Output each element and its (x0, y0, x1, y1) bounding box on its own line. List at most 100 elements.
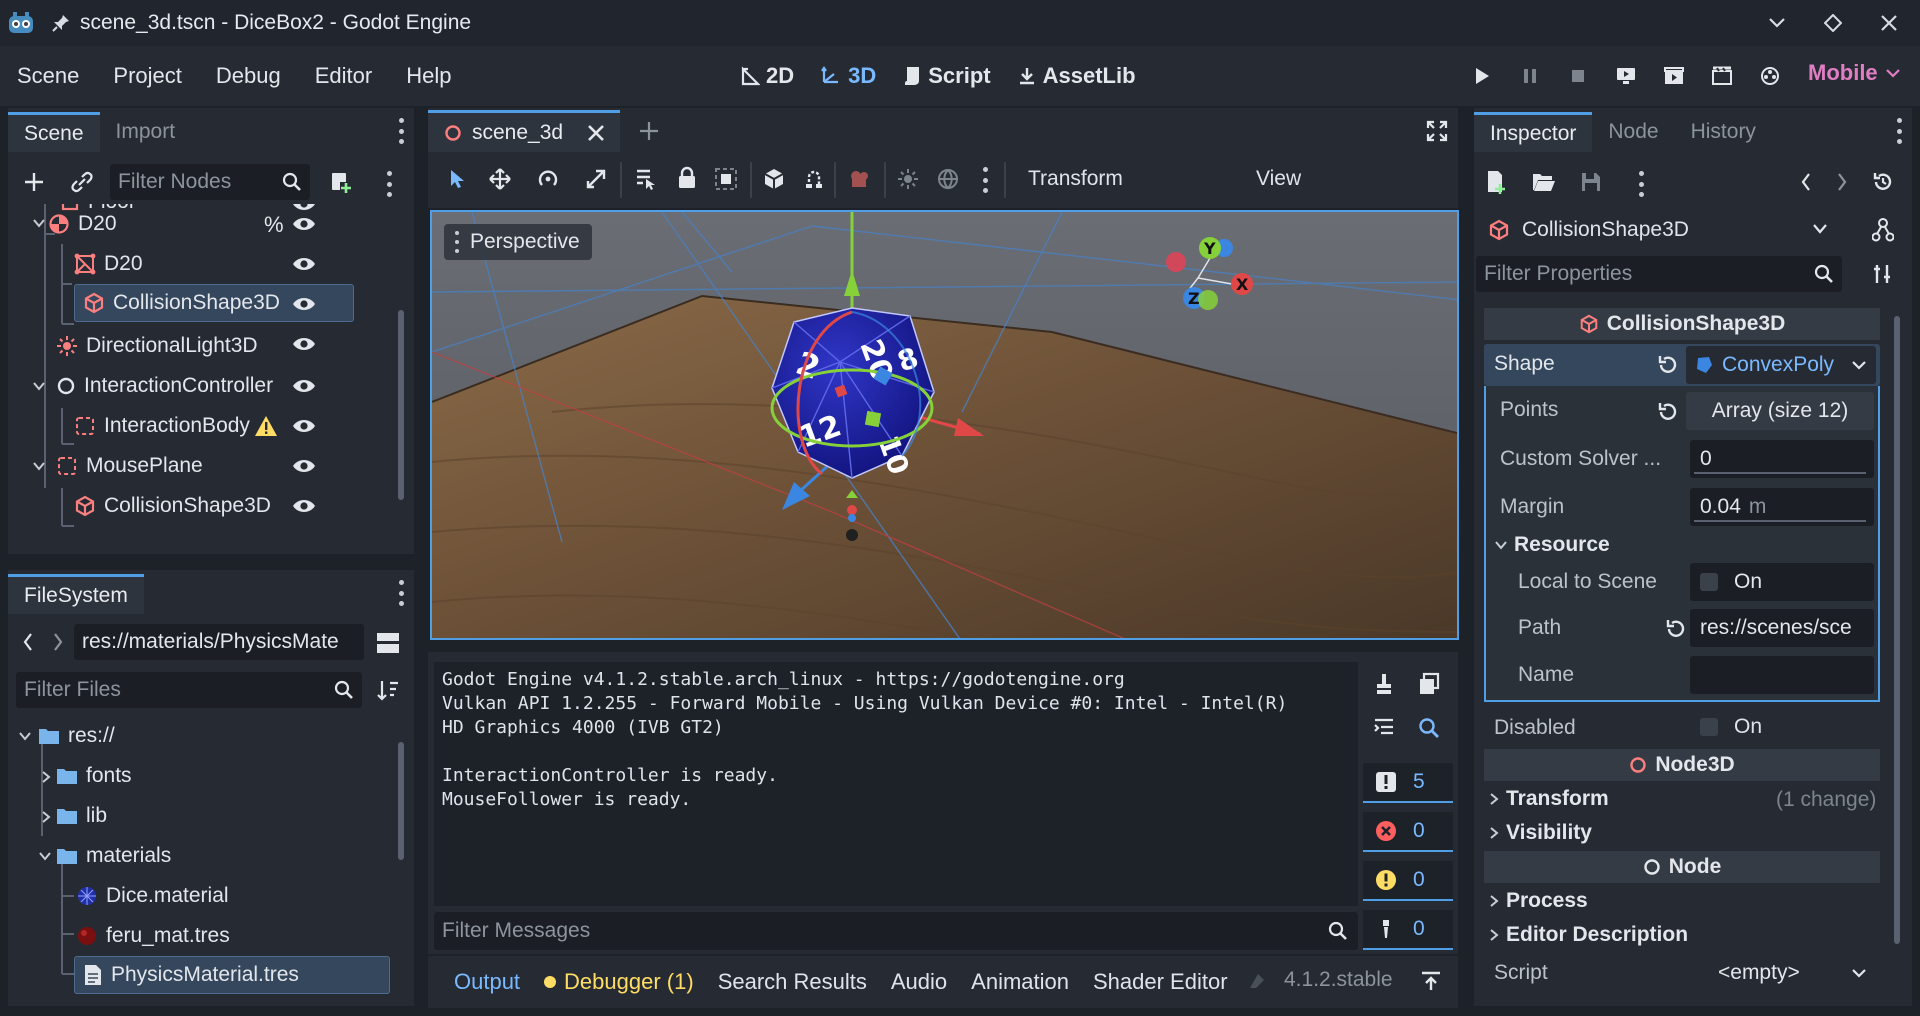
3d-viewport[interactable]: 20 2 8 12 10 Y X Z Perspective (430, 210, 1459, 640)
error-count-button[interactable]: 0 (1363, 812, 1453, 852)
tab-search-results[interactable]: Search Results (706, 969, 879, 995)
camera-preview-icon[interactable] (848, 168, 872, 190)
tree-item-collision-shape-2[interactable]: CollisionShape3D (74, 486, 271, 526)
file-item-physics-material[interactable]: PhysicsMaterial.tres (74, 956, 390, 994)
collapse-arrow-icon[interactable] (32, 217, 46, 229)
transform-group[interactable]: Transform (1488, 782, 1609, 816)
update-spinner-icon[interactable] (1246, 970, 1268, 992)
filter-nodes-input[interactable]: Filter Nodes (110, 164, 310, 200)
filter-messages-input[interactable]: Filter Messages (434, 912, 1358, 950)
file-item-dice-material[interactable]: Dice.material (76, 876, 229, 916)
pause-icon[interactable] (1511, 56, 1549, 96)
visibility-eye-icon[interactable] (292, 216, 316, 232)
resource-menu-icon[interactable] (1634, 171, 1648, 197)
visibility-eye-icon[interactable] (292, 256, 316, 272)
clear-output-icon[interactable] (1373, 672, 1395, 696)
file-item-lib[interactable]: lib (56, 796, 107, 836)
tab-audio[interactable]: Audio (879, 969, 959, 995)
stop-icon[interactable] (1559, 56, 1597, 96)
visibility-eye-icon[interactable] (292, 498, 316, 514)
back-icon[interactable] (22, 632, 34, 652)
menu-project[interactable]: Project (96, 63, 198, 89)
filesystem-path-input[interactable]: res://materials/PhysicsMate (74, 624, 364, 660)
tab-inspector[interactable]: Inspector (1474, 112, 1593, 152)
dock-menu-icon[interactable] (1892, 118, 1906, 144)
disabled-checkbox[interactable]: On (1690, 708, 1874, 746)
visibility-eye-icon[interactable] (292, 458, 316, 474)
menu-debug[interactable]: Debug (199, 63, 298, 89)
link-icon[interactable] (70, 171, 94, 193)
preview-menu-icon[interactable] (978, 167, 992, 193)
copy-output-icon[interactable] (1418, 672, 1440, 696)
remote-debug-icon[interactable] (1607, 56, 1645, 96)
run-custom-scene-icon[interactable] (1703, 56, 1741, 96)
minimize-icon[interactable] (1762, 8, 1792, 38)
history-back-icon[interactable] (1800, 172, 1812, 192)
name-field[interactable] (1690, 656, 1874, 694)
script-picker[interactable]: <empty> (1690, 954, 1874, 992)
tab-filesystem[interactable]: FileSystem (8, 574, 144, 614)
inspector-scrollbar[interactable] (1894, 316, 1900, 944)
object-history-icon[interactable] (1872, 171, 1894, 193)
new-resource-icon[interactable] (1486, 170, 1508, 194)
play-icon[interactable] (1463, 56, 1501, 96)
revert-icon[interactable] (1656, 401, 1678, 423)
tab-history[interactable]: History (1675, 112, 1772, 152)
search-icon[interactable] (1418, 717, 1440, 739)
tree-scrollbar[interactable] (398, 310, 404, 500)
path-field[interactable]: res://scenes/sce (1690, 609, 1874, 647)
tree-item-d20[interactable]: D20 (48, 204, 117, 244)
collapse-arrow-icon[interactable] (38, 850, 52, 862)
mode-2d-button[interactable]: 2D (740, 63, 794, 89)
tree-item-mouse-plane[interactable]: MousePlane (56, 446, 203, 486)
dock-menu-icon[interactable] (394, 580, 408, 606)
split-view-icon[interactable] (376, 632, 400, 654)
menu-editor[interactable]: Editor (298, 63, 389, 89)
points-array-button[interactable]: Array (size 12) (1686, 392, 1874, 430)
visibility-eye-icon[interactable] (292, 296, 316, 312)
add-tab-icon[interactable] (638, 120, 660, 142)
movie-maker-icon[interactable] (1751, 56, 1789, 96)
tab-debugger[interactable]: Debugger (1) (532, 969, 706, 995)
revert-icon[interactable] (1656, 354, 1678, 376)
collapse-duplicates-icon[interactable] (1373, 717, 1395, 739)
warning-icon[interactable] (254, 415, 278, 437)
shape-resource-picker[interactable]: ConvexPoly (1686, 346, 1876, 384)
visibility-group[interactable]: Visibility (1488, 816, 1592, 850)
visibility-eye-icon[interactable] (292, 418, 316, 434)
expand-panel-icon[interactable] (1420, 970, 1442, 992)
instance-scene-icon[interactable] (328, 170, 352, 194)
menu-scene[interactable]: Scene (0, 63, 96, 89)
visibility-eye-icon[interactable] (292, 336, 316, 352)
maximize-icon[interactable] (1818, 8, 1848, 38)
filter-properties-input[interactable]: Filter Properties (1476, 256, 1842, 292)
sort-icon[interactable] (376, 679, 400, 701)
collapse-arrow-icon[interactable] (32, 380, 46, 392)
tab-node[interactable]: Node (1592, 112, 1674, 152)
scale-tool-icon[interactable] (584, 167, 608, 191)
pin-icon[interactable] (52, 14, 70, 32)
transform-menu[interactable]: Transform (1028, 167, 1123, 191)
file-item-res[interactable]: res:// (38, 716, 115, 756)
lock-icon[interactable] (676, 166, 698, 190)
tab-scene[interactable]: Scene (8, 112, 100, 152)
unique-name-badge[interactable]: % (264, 212, 284, 238)
dock-menu-icon[interactable] (394, 118, 408, 144)
run-current-scene-icon[interactable] (1655, 56, 1693, 96)
filter-files-input[interactable]: Filter Files (16, 672, 362, 708)
tree-item-interaction-controller[interactable]: InteractionController (56, 366, 273, 406)
tree-item-directional-light[interactable]: DirectionalLight3D (56, 326, 258, 366)
view-menu[interactable]: View (1256, 167, 1301, 191)
list-select-icon[interactable] (634, 167, 658, 191)
local-space-icon[interactable] (762, 167, 786, 191)
revert-icon[interactable] (1664, 618, 1686, 640)
renderer-selector[interactable]: Mobile (1808, 60, 1900, 86)
margin-field[interactable]: 0.04 m (1690, 488, 1874, 526)
file-item-materials[interactable]: materials (56, 836, 171, 876)
expand-arrow-icon[interactable] (40, 770, 52, 784)
file-tree-scrollbar[interactable] (398, 742, 404, 860)
perspective-menu[interactable]: Perspective (444, 224, 592, 260)
rotate-tool-icon[interactable] (536, 167, 560, 191)
message-count-button[interactable]: 5 (1363, 763, 1453, 803)
custom-solver-field[interactable]: 0 (1690, 440, 1874, 478)
